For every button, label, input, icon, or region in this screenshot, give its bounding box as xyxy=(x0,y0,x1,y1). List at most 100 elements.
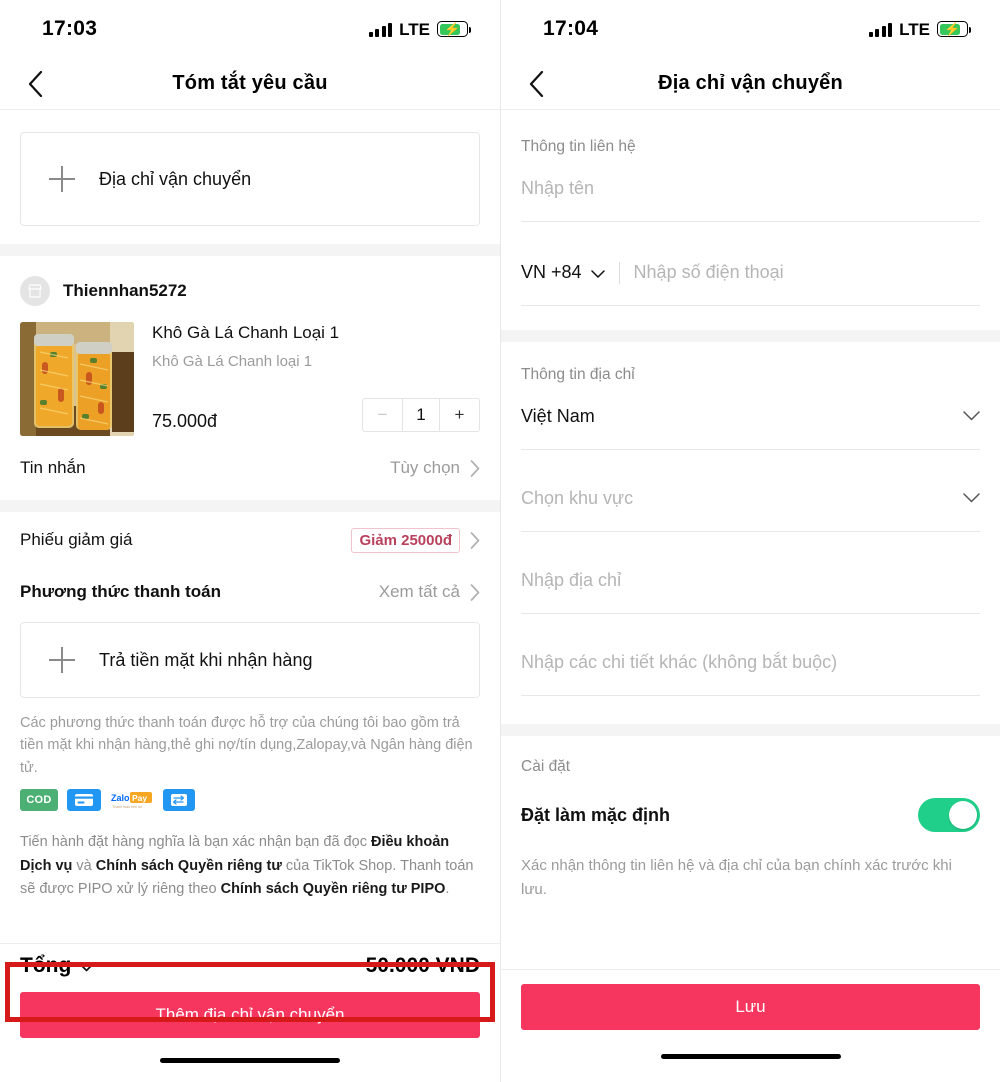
quantity-value[interactable]: 1 xyxy=(402,398,440,431)
cod-payment-card[interactable]: Trả tiền mặt khi nhận hàng xyxy=(20,622,480,698)
voucher-row[interactable]: Phiếu giảm giá Giảm 25000đ xyxy=(0,512,500,568)
quantity-increase-button[interactable]: + xyxy=(440,399,479,431)
voucher-label: Phiếu giảm giá xyxy=(20,530,133,549)
shop-name: Thiennhan5272 xyxy=(63,281,187,300)
chevron-left-icon xyxy=(529,70,543,97)
network-label: LTE xyxy=(399,20,430,39)
signal-bars-icon xyxy=(868,22,893,37)
section-divider xyxy=(501,330,1000,342)
order-summary-screen: 17:03 LTE ⚡ Tóm tắt yêu cầu Địa chỉ vận … xyxy=(0,0,500,1082)
payment-note: Các phương thức thanh toán được hỗ trợ c… xyxy=(20,715,473,776)
total-label-group[interactable]: Tổng xyxy=(20,954,95,978)
back-button[interactable] xyxy=(519,67,553,101)
product-title: Khô Gà Lá Chanh Loại 1 xyxy=(152,323,340,342)
product-price-qty: 75.000đ − 1 + xyxy=(152,397,480,432)
add-shipping-address-card[interactable]: Địa chỉ vận chuyển xyxy=(20,132,480,226)
phone-field-placeholder: Nhập số điện thoại xyxy=(633,262,784,282)
message-value: Tùy chọn xyxy=(390,458,460,477)
payment-method-label: Phương thức thanh toán xyxy=(20,582,222,601)
payment-method-value: Xem tất cả xyxy=(378,582,460,601)
shop-icon xyxy=(20,276,50,306)
product-variant: Khô Gà Lá Chanh loại 1 xyxy=(152,352,313,370)
address-detail-field[interactable]: Nhập các chi tiết khác (không bắt buộc) xyxy=(521,630,980,696)
credit-card-icon xyxy=(67,789,101,812)
field-divider xyxy=(618,261,620,284)
status-indicators: LTE ⚡ xyxy=(868,20,971,39)
section-divider-2 xyxy=(0,500,500,512)
page-title: Địa chỉ vận chuyển xyxy=(658,72,843,94)
plus-icon xyxy=(49,647,75,673)
product-price: 75.000đ xyxy=(152,410,218,431)
bottom-bar: Lưu xyxy=(501,969,1000,1082)
page-title: Tóm tắt yêu cầu xyxy=(172,72,328,94)
status-indicators: LTE ⚡ xyxy=(368,20,471,39)
chevron-left-icon xyxy=(28,70,42,97)
payment-icons: COD Zalo Pay Thanh toan tien loi xyxy=(0,779,500,812)
phone-field-inner: VN +84 Nhập số điện thoại xyxy=(521,261,980,284)
contact-section-label: Thông tin liên hệ xyxy=(521,138,636,155)
product-photo-jars[interactable] xyxy=(20,322,134,436)
cod-icon: COD xyxy=(20,789,58,812)
svg-text:Pay: Pay xyxy=(132,793,147,803)
quantity-decrease-button[interactable]: − xyxy=(363,399,402,431)
nav-bar: Tóm tắt yêu cầu xyxy=(0,58,500,110)
payment-method-right: Xem tất cả xyxy=(379,582,480,602)
network-label: LTE xyxy=(899,20,930,39)
terms-b3[interactable]: Chính sách Quyền riêng tư PIPO xyxy=(221,881,446,897)
shop-header[interactable]: Thiennhan5272 xyxy=(0,256,500,306)
message-label: Tin nhắn xyxy=(20,458,86,477)
country-field-value: Việt Nam xyxy=(521,406,595,426)
shipping-address-form-screen: 17:04 LTE ⚡ Địa chỉ vận chuyển Thông tin… xyxy=(500,0,1000,1082)
cod-payment-label: Trả tiền mặt khi nhận hàng xyxy=(99,649,313,670)
address-detail-placeholder: Nhập các chi tiết khác (không bắt buộc) xyxy=(521,652,838,672)
bank-transfer-icon xyxy=(163,789,195,812)
signal-bars-icon xyxy=(368,22,393,37)
terms-b2[interactable]: Chính sách Quyền riêng tư xyxy=(96,858,282,874)
default-address-toggle[interactable] xyxy=(918,798,980,832)
terms-text: Tiến hành đặt hàng nghĩa là bạn xác nhận… xyxy=(0,811,500,901)
total-row[interactable]: Tổng 50.000 VND xyxy=(0,944,500,984)
back-button[interactable] xyxy=(18,67,52,101)
plus-icon xyxy=(49,166,75,192)
home-indicator xyxy=(0,1038,500,1082)
product-info: Khô Gà Lá Chanh Loại 1 Khô Gà Lá Chanh l… xyxy=(152,322,480,436)
status-bar: 17:03 LTE ⚡ xyxy=(0,0,500,58)
status-time: 17:04 xyxy=(543,17,599,40)
default-address-row: Đặt làm mặc định xyxy=(501,776,1000,832)
voucher-badge: Giảm 25000đ xyxy=(351,527,460,553)
section-divider-2 xyxy=(501,724,1000,736)
add-shipping-address-button[interactable]: Thêm địa chỉ vận chuyển xyxy=(20,992,480,1038)
save-button[interactable]: Lưu xyxy=(521,984,980,1030)
total-amount: 50.000 VND xyxy=(365,954,480,977)
total-label: Tổng xyxy=(20,954,72,977)
chevron-right-icon xyxy=(470,583,480,601)
bottom-bar: Tổng 50.000 VND Thêm địa chỉ vận chuyển xyxy=(0,943,500,1082)
svg-text:Thanh toan tien loi: Thanh toan tien loi xyxy=(112,805,142,809)
region-field-placeholder: Chọn khu vực xyxy=(521,488,634,508)
payment-method-row[interactable]: Phương thức thanh toán Xem tất cả xyxy=(0,568,500,616)
home-indicator xyxy=(501,1030,1000,1082)
country-field[interactable]: Việt Nam xyxy=(521,384,980,450)
settings-section-label: Cài đặt xyxy=(521,758,571,775)
terms-p1: Tiến hành đặt hàng nghĩa là bạn xác nhận… xyxy=(20,834,371,851)
phone-field[interactable]: VN +84 Nhập số điện thoại xyxy=(521,240,980,306)
voucher-right: Giảm 25000đ xyxy=(351,527,480,553)
street-address-field[interactable]: Nhập địa chỉ xyxy=(521,548,980,614)
country-code-selector[interactable]: VN +84 xyxy=(521,262,605,283)
country-code-value: VN +84 xyxy=(521,262,582,282)
battery-charging-icon: ⚡ xyxy=(437,21,471,37)
street-address-placeholder: Nhập địa chỉ xyxy=(521,570,622,590)
status-time: 17:03 xyxy=(42,17,98,40)
dual-screenshot: 17:03 LTE ⚡ Tóm tắt yêu cầu Địa chỉ vận … xyxy=(0,0,1000,1082)
chevron-down-icon xyxy=(79,954,95,978)
message-row[interactable]: Tin nhắn Tùy chọn xyxy=(0,436,500,500)
chevron-down-icon xyxy=(590,262,605,283)
name-field[interactable]: Nhập tên xyxy=(521,156,980,222)
form-hint: Xác nhận thông tin liên hệ và địa chỉ củ… xyxy=(521,857,952,898)
battery-charging-icon: ⚡ xyxy=(937,21,971,37)
product-row: Khô Gà Lá Chanh Loại 1 Khô Gà Lá Chanh l… xyxy=(0,306,500,436)
region-field[interactable]: Chọn khu vực xyxy=(521,466,980,532)
chevron-down-icon xyxy=(963,408,980,426)
default-address-label: Đặt làm mặc định xyxy=(521,804,671,825)
name-field-placeholder: Nhập tên xyxy=(521,178,595,198)
